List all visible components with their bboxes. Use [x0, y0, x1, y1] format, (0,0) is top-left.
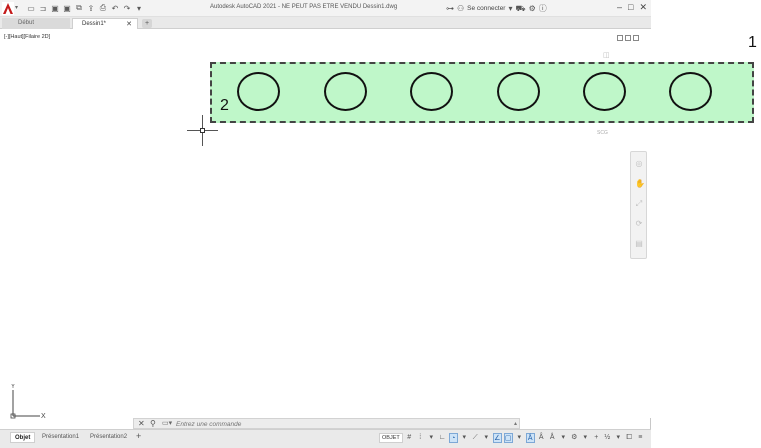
- units-icon[interactable]: ½: [603, 433, 612, 443]
- ortho-icon[interactable]: ∟: [438, 433, 447, 443]
- minimize-icon[interactable]: –: [617, 2, 622, 13]
- ucs-y-label: Y: [11, 384, 15, 390]
- save-as-icon[interactable]: ▣: [62, 3, 72, 13]
- circle-object[interactable]: [410, 72, 453, 111]
- workspace-dropdown-icon[interactable]: ▾: [581, 433, 590, 443]
- undo-icon[interactable]: ↶: [110, 3, 120, 13]
- layout-tab-objet[interactable]: Objet: [10, 432, 36, 443]
- units-dropdown-icon[interactable]: ▾: [614, 433, 623, 443]
- tab-label: Dessin1*: [82, 21, 107, 27]
- polar-dropdown-icon[interactable]: ▾: [460, 433, 469, 443]
- command-line: ✕ ⚲ ▭▾ ▴: [133, 418, 520, 429]
- binoculars-icon[interactable]: ⊶: [446, 4, 454, 13]
- viewport-controls-label[interactable]: [-][Haut][Filaire 2D]: [4, 34, 50, 40]
- workspace-gear-icon[interactable]: ⚙: [570, 433, 579, 443]
- viewport-restore-icon[interactable]: [625, 35, 631, 41]
- help-icon[interactable]: ⓘ: [539, 3, 547, 14]
- user-icon[interactable]: ⚇: [457, 4, 464, 13]
- share-icon[interactable]: ⇪: [86, 3, 96, 13]
- autocad-logo-icon[interactable]: [2, 2, 14, 15]
- viewport-minimize-icon[interactable]: [617, 35, 623, 41]
- osnap-icon[interactable]: ▢: [503, 433, 513, 443]
- command-search-icon[interactable]: ⚲: [150, 419, 156, 429]
- grid-icon[interactable]: #: [405, 433, 414, 443]
- tab-label: Début: [18, 20, 35, 26]
- print-icon[interactable]: ⎙: [98, 3, 108, 13]
- navigation-bar: ◎ ✋ ⤢ ⟳ ▤: [630, 151, 647, 259]
- add-layout-icon[interactable]: +: [136, 431, 141, 441]
- tab-debut[interactable]: Début: [2, 18, 70, 29]
- app-menu-arrow-icon[interactable]: ▾: [15, 4, 18, 11]
- orbit-icon[interactable]: ⟳: [635, 220, 643, 228]
- window-controls: – □ ✕: [617, 2, 647, 13]
- isodraft-dropdown-icon[interactable]: ▾: [482, 433, 491, 443]
- cursor-pickbox: [200, 128, 205, 133]
- isolate-objects-icon[interactable]: ⧠: [625, 433, 634, 443]
- command-history-icon[interactable]: ▴: [514, 419, 517, 429]
- layout-tab-presentation2[interactable]: Présentation2: [86, 432, 131, 443]
- annotation-number-1: 1: [748, 34, 757, 51]
- status-bar: Objet Présentation1 Présentation2 + OBJE…: [0, 429, 651, 448]
- file-tab-bar: Début Dessin1* ✕ +: [0, 17, 651, 29]
- viewport-window-controls: [617, 35, 639, 41]
- annotation-monitor-icon[interactable]: +: [592, 433, 601, 443]
- title-right-tools: ⊶ ⚇ Se connecter ▾ ⛟ ⚙ ⓘ: [446, 3, 547, 14]
- cart-icon[interactable]: ⛟: [516, 4, 526, 14]
- circle-object[interactable]: [237, 72, 280, 111]
- wcs-menu[interactable]: SCG: [597, 130, 608, 136]
- ucs-icon: Y X: [10, 384, 46, 419]
- ucs-x-label: X: [41, 413, 46, 419]
- maximize-icon[interactable]: □: [628, 2, 633, 13]
- customize-qat-icon[interactable]: ▾: [134, 3, 144, 13]
- title-bar: ▾ ▭ ⊐ ▣ ▣ ⧉ ⇪ ⎙ ↶ ↷ ▾ Autodesk AutoCAD 2…: [0, 0, 651, 17]
- close-command-line-icon[interactable]: ✕: [138, 419, 145, 429]
- open-file-icon[interactable]: ⊐: [38, 3, 48, 13]
- circle-object[interactable]: [669, 72, 712, 111]
- annotation-scale-icon[interactable]: Å: [548, 433, 557, 443]
- isodraft-icon[interactable]: ⟋: [471, 433, 480, 443]
- close-icon[interactable]: ✕: [639, 2, 647, 13]
- redo-icon[interactable]: ↷: [122, 3, 132, 13]
- status-tools: OBJET # ⁞ ▾ ∟ ◔ ▾ ⟋ ▾ ∠ ▢ ▾ Å Â Å ▾ ⚙ ▾ …: [379, 433, 645, 443]
- zoom-extents-icon[interactable]: ⤢: [635, 200, 643, 208]
- save-icon[interactable]: ▣: [50, 3, 60, 13]
- object-snap-tracking-icon[interactable]: ∠: [492, 433, 502, 443]
- annotation-autoscale-icon[interactable]: Â: [537, 433, 546, 443]
- new-tab-button[interactable]: +: [142, 19, 152, 28]
- circle-object[interactable]: [497, 72, 540, 111]
- tab-dessin1[interactable]: Dessin1* ✕: [72, 18, 138, 29]
- cloud-save-icon[interactable]: ⧉: [74, 3, 84, 13]
- layout-tab-presentation1[interactable]: Présentation1: [38, 432, 83, 443]
- snap-icon[interactable]: ⁞: [416, 433, 425, 443]
- quick-access-toolbar: ▭ ⊐ ▣ ▣ ⧉ ⇪ ⎙ ↶ ↷ ▾: [26, 3, 144, 13]
- annotation-scale-dropdown-icon[interactable]: ▾: [559, 433, 568, 443]
- pan-icon[interactable]: ✋: [635, 180, 645, 188]
- model-space-toggle[interactable]: OBJET: [379, 433, 403, 443]
- viewcube-icon[interactable]: ◫: [603, 51, 610, 59]
- circle-object[interactable]: [324, 72, 367, 111]
- viewport-close-icon[interactable]: [633, 35, 639, 41]
- annotation-number-2: 2: [220, 97, 229, 114]
- steering-wheel-icon[interactable]: ◎: [635, 160, 643, 168]
- signin-link[interactable]: Se connecter: [467, 5, 505, 12]
- osnap-dropdown-icon[interactable]: ▾: [515, 433, 524, 443]
- command-prompt-icon[interactable]: ▭▾: [162, 419, 172, 429]
- polar-icon[interactable]: ◔: [448, 433, 458, 443]
- exchange-icon[interactable]: ⚙: [529, 4, 536, 13]
- customize-menu-icon[interactable]: ≡: [636, 433, 645, 443]
- snap-dropdown-icon[interactable]: ▾: [427, 433, 436, 443]
- command-input[interactable]: [176, 420, 506, 428]
- window-title: Autodesk AutoCAD 2021 - NE PEUT PAS ETRE…: [210, 4, 398, 10]
- circle-object[interactable]: [583, 72, 626, 111]
- annotation-visibility-icon[interactable]: Å: [525, 433, 535, 443]
- new-file-icon[interactable]: ▭: [26, 3, 36, 13]
- signin-dropdown-icon[interactable]: ▾: [508, 4, 512, 13]
- showmotion-icon[interactable]: ▤: [635, 240, 643, 248]
